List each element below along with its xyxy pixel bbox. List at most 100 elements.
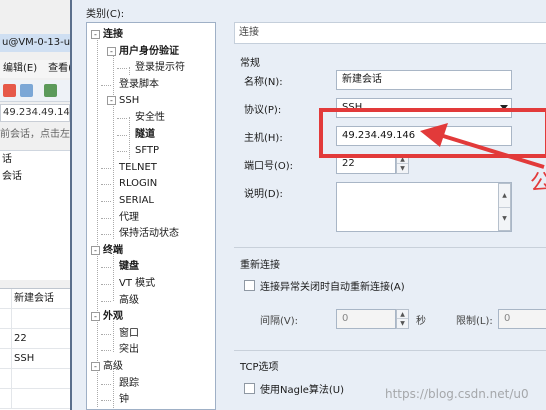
protocol-label: 协议(P):	[244, 105, 282, 116]
description-textarea[interactable]	[336, 182, 512, 232]
main-menubar: 编辑(E) 查看(V)	[0, 60, 70, 78]
tree-node[interactable]: 钟	[119, 392, 129, 408]
stepper-down-icon[interactable]: ▼	[397, 319, 408, 328]
interval-stepper[interactable]: ▲ ▼	[396, 309, 409, 329]
tree-node[interactable]: 安全性	[135, 110, 165, 126]
tree-connector	[97, 35, 98, 407]
tree-connector	[101, 350, 111, 352]
tree-connector	[129, 117, 130, 159]
tree-connector	[117, 118, 127, 119]
annotation-arrow-icon	[420, 123, 545, 169]
seconds-unit-label: 秒	[416, 316, 426, 327]
tree-expand-icon[interactable]: -	[107, 96, 116, 106]
address-bar[interactable]: 49.234.49.146:22	[0, 104, 70, 122]
interval-label: 间隔(V):	[260, 316, 299, 327]
annotation-char: 公	[530, 171, 546, 196]
description-scrollbar[interactable]: ▲ ▼	[498, 183, 511, 231]
table-row: 新建会话	[0, 289, 70, 309]
settings-panel: 连接 常规 名称(N): 新建会话 协议(P): SSH 主机(H): 49.2…	[234, 22, 546, 410]
tree-connector	[101, 234, 111, 236]
stepper-up-icon[interactable]: ▲	[397, 310, 408, 319]
prop-value: 22	[14, 333, 27, 344]
tree-node[interactable]: 突出	[119, 342, 139, 358]
session-properties-dialog: 类别(C): - 连接 - 用户身份验证 登录提示符 登录脚本 - SSH 安全性 隧道 SFTP T…	[70, 0, 546, 410]
menu-view[interactable]: 查看(V)	[48, 63, 70, 74]
tree-node[interactable]: RLOGIN	[119, 176, 157, 192]
nagle-checkbox[interactable]	[244, 383, 255, 394]
tree-connector	[117, 68, 127, 70]
section-title: 连接	[234, 22, 546, 44]
port-label: 端口号(O):	[244, 161, 294, 172]
tree-connector	[117, 151, 127, 153]
tree-connector	[117, 134, 127, 136]
scroll-up-icon[interactable]: ▲	[499, 184, 510, 208]
tcp-group-title: TCP选项	[240, 362, 279, 373]
auto-reconnect-label: 连接异常关闭时自动重新连接(A)	[260, 282, 405, 293]
tree-node[interactable]: SFTP	[135, 143, 159, 159]
tree-node[interactable]: 高级	[119, 293, 139, 309]
list-item[interactable]: 会话	[0, 168, 70, 185]
general-group-title: 常规	[240, 58, 260, 69]
tree-node[interactable]: 高级	[103, 359, 123, 375]
host-label: 主机(H):	[244, 133, 283, 144]
session-list: 话 会话	[0, 150, 70, 280]
list-item[interactable]: 话	[0, 151, 70, 168]
tree-node[interactable]: 外观	[103, 309, 123, 325]
tree-expand-icon[interactable]: -	[107, 46, 116, 56]
tree-node[interactable]: 登录提示符	[135, 60, 185, 76]
tree-connector	[101, 383, 111, 385]
interval-input[interactable]: 0	[336, 309, 396, 329]
tree-connector	[101, 267, 111, 269]
tree-node[interactable]: SSH	[119, 93, 139, 109]
sessions-icon[interactable]	[20, 84, 33, 97]
reconnect-icon[interactable]	[3, 84, 16, 97]
tree-expand-icon[interactable]: -	[91, 312, 100, 322]
separator	[234, 247, 546, 248]
tree-node[interactable]: 用户身份验证	[119, 44, 179, 60]
tree-node[interactable]: 登录脚本	[119, 77, 159, 93]
tree-node[interactable]: 键盘	[119, 259, 139, 275]
tree-node[interactable]: VT 模式	[119, 276, 155, 292]
prop-value: SSH	[14, 353, 35, 364]
tree-node[interactable]: TELNET	[119, 160, 157, 176]
tree-connector	[113, 51, 114, 239]
tree-node[interactable]: SERIAL	[119, 193, 154, 209]
main-window-title: u@VM-0-13-u	[0, 34, 70, 52]
tree-expand-icon[interactable]: -	[91, 362, 100, 371]
tree-node[interactable]: 连接	[103, 27, 123, 43]
main-toolbar	[0, 80, 70, 102]
nagle-label: 使用Nagle算法(U)	[260, 385, 345, 396]
tree-expand-icon[interactable]: -	[91, 30, 100, 39]
tree-node[interactable]: 跟踪	[119, 376, 139, 392]
tree-node[interactable]: 代理	[119, 210, 139, 226]
session-properties: 新建会话 22 SSH	[0, 288, 70, 410]
stepper-down-icon[interactable]: ▼	[397, 164, 408, 173]
table-row	[0, 309, 70, 329]
auto-reconnect-checkbox[interactable]	[244, 280, 255, 291]
scroll-down-icon[interactable]: ▼	[499, 208, 510, 230]
watermark: https://blog.csdn.net/u0	[385, 387, 529, 401]
limit-input[interactable]: 0	[498, 309, 546, 329]
tree-node[interactable]: 隧道	[135, 127, 155, 143]
tree-node[interactable]: 窗口	[119, 326, 139, 342]
new-tab-icon[interactable]	[44, 84, 57, 97]
table-row	[0, 389, 70, 409]
description-label: 说明(D):	[244, 189, 283, 200]
session-hint-text: 前会话，点击左	[0, 129, 70, 140]
limit-label: 限制(L):	[456, 316, 493, 327]
separator	[234, 350, 546, 351]
tree-connector	[129, 67, 130, 75]
tree-connector	[101, 333, 111, 335]
tree-expand-icon[interactable]: -	[91, 245, 100, 255]
tree-node[interactable]: 保持活动状态	[119, 226, 179, 242]
tree-connector	[101, 84, 111, 86]
tree-connector	[101, 167, 111, 169]
name-input[interactable]: 新建会话	[336, 70, 512, 90]
category-label: 类别(C):	[86, 9, 125, 20]
tree-connector	[101, 400, 111, 402]
menu-edit[interactable]: 编辑(E)	[3, 63, 37, 74]
tree-connector	[101, 201, 111, 202]
tree-node[interactable]: 终端	[103, 243, 123, 259]
category-tree[interactable]: - 连接 - 用户身份验证 登录提示符 登录脚本 - SSH 安全性 隧道 SFTP TELNET RL…	[86, 22, 216, 410]
tree-connector	[101, 217, 111, 219]
